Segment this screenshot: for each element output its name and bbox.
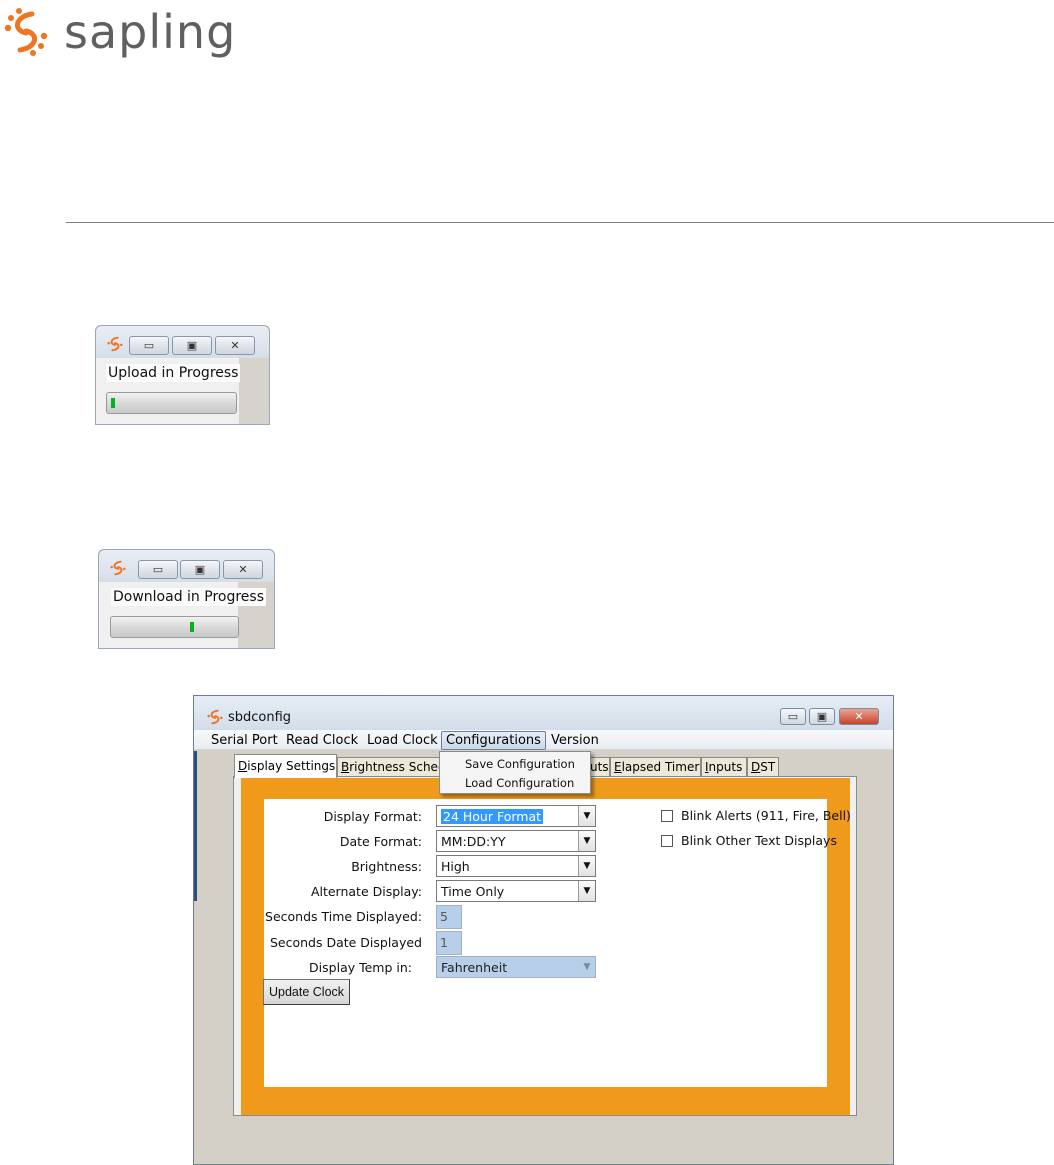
seconds-time-label: Seconds Time Displayed: [265,909,422,924]
app-icon [110,560,126,576]
download-progress-fill [190,622,194,632]
section-divider [66,222,1054,223]
menu-serial-port[interactable]: Serial Port [207,732,282,749]
window-title: sbdconfig [228,710,292,725]
sapling-logo-icon [4,8,48,56]
display-temp-select[interactable]: Fahrenheit ▼ [436,956,596,978]
close-icon[interactable]: ✕ [839,708,879,725]
menu-version[interactable]: Version [547,732,603,749]
tab-brightness-schedule[interactable]: Brightness Sched [337,757,440,777]
seconds-date-input[interactable]: 1 [436,931,462,955]
blink-other-text-checkbox[interactable]: Blink Other Text Displays [661,833,837,848]
update-clock-button[interactable]: Update Clock [263,979,351,1005]
download-titlebar[interactable]: ▭ ▣ ✕ [99,550,274,582]
upload-body: Upload in Progress [96,358,269,424]
minimize-icon[interactable]: ▭ [138,560,178,579]
seconds-time-input[interactable]: 5 [436,905,462,929]
chevron-down-icon[interactable]: ▼ [578,881,595,901]
tab-elapsed-timer[interactable]: Elapsed Timer [610,757,701,777]
menu-bar: Serial Port Read Clock Load Clock Config… [194,730,893,750]
brightness-select[interactable]: High ▼ [436,855,596,877]
menu-load-configuration[interactable]: Load Configuration [465,776,574,790]
brightness-label: Brightness: [351,859,422,874]
display-format-label: Display Format: [323,809,422,824]
maximize-icon[interactable]: ▣ [809,708,835,725]
menu-load-clock[interactable]: Load Clock [363,732,442,749]
maximize-icon[interactable]: ▣ [172,336,212,355]
app-icon [107,336,123,352]
display-format-select[interactable]: 24 Hour Format ▼ [436,805,596,827]
minimize-icon[interactable]: ▭ [780,708,806,725]
alternate-display-select[interactable]: Time Only ▼ [436,880,596,902]
brand-name: sapling [64,5,237,59]
tab-inputs[interactable]: Inputs [701,757,747,777]
download-body: Download in Progress [99,582,274,648]
tab-display-settings[interactable]: Display Settings [234,754,337,778]
date-format-label: Date Format: [339,834,422,849]
window-client-area: Display Settings Brightness Sched uts El… [202,751,885,1159]
menu-configurations[interactable]: Configurations [441,731,546,750]
menu-save-configuration[interactable]: Save Configuration [465,757,575,771]
upload-progress-window: ▭ ▣ ✕ Upload in Progress [95,325,270,425]
display-temp-label: Display Temp in: [309,960,412,975]
download-progress-window: ▭ ▣ ✕ Download in Progress [98,549,275,649]
chevron-down-icon[interactable]: ▼ [578,957,595,977]
close-icon[interactable]: ✕ [215,336,255,355]
chevron-down-icon[interactable]: ▼ [578,831,595,851]
checkbox-box[interactable] [661,809,673,822]
download-progress-bar [110,616,239,638]
download-label: Download in Progress [111,588,266,606]
upload-label: Upload in Progress [106,364,241,382]
window-titlebar[interactable]: sbdconfig ▭ ▣ ✕ [194,696,893,730]
panel-border: Display Format: Date Format: Brightness:… [241,778,851,1115]
display-settings-panel: Display Format: Date Format: Brightness:… [233,776,857,1116]
upload-progress-fill [111,398,115,408]
chevron-down-icon[interactable]: ▼ [578,856,595,876]
configurations-dropdown: Save Configuration Load Configuration [439,751,591,794]
tab-dst[interactable]: DST [747,757,779,777]
maximize-icon[interactable]: ▣ [180,560,220,579]
upload-titlebar[interactable]: ▭ ▣ ✕ [96,326,269,358]
settings-area: Display Format: Date Format: Brightness:… [263,799,851,1087]
date-format-select[interactable]: MM:DD:YY ▼ [436,830,596,852]
close-icon[interactable]: ✕ [223,560,263,579]
app-icon [207,709,223,725]
alternate-display-label: Alternate Display: [310,884,422,899]
upload-progress-bar [106,392,237,414]
sapling-logo: sapling [2,4,236,60]
menu-read-clock[interactable]: Read Clock [282,732,362,749]
minimize-icon[interactable]: ▭ [129,336,169,355]
checkbox-box[interactable] [661,834,673,847]
chevron-down-icon[interactable]: ▼ [578,806,595,826]
blink-alerts-checkbox[interactable]: Blink Alerts (911, Fire, Bell) [661,808,851,823]
seconds-date-label: Seconds Date Displayed [269,935,422,950]
